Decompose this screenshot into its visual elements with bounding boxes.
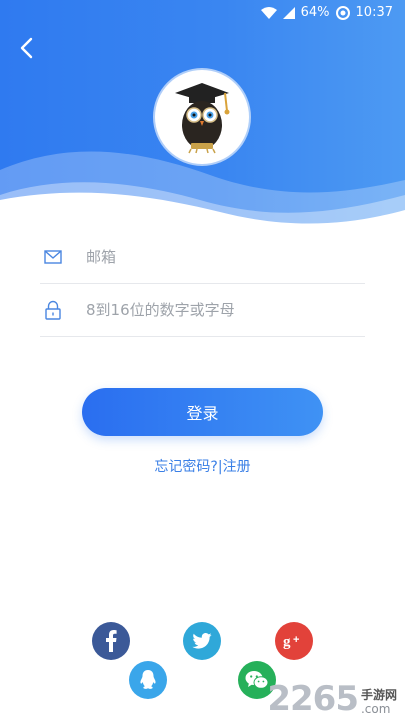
svg-text:+: + [293,634,299,646]
qq-login-button[interactable] [129,661,167,699]
qq-icon [140,670,156,689]
svg-text:g: g [283,634,291,649]
twitter-icon [192,633,212,649]
header-banner: 64% 10:37 [0,0,405,240]
forgot-password-link[interactable]: 忘记密码? [154,459,217,475]
google-plus-icon: g + [283,634,299,649]
account-links: 忘记密码?|注册 [0,456,405,476]
battery-percent: 64% [300,5,330,20]
avatar [155,70,249,164]
email-row [40,231,365,284]
password-row [40,284,365,337]
twitter-login-button[interactable] [183,622,221,660]
clock: 10:37 [355,5,393,20]
watermark-domain: .com [360,702,391,716]
lock-icon [42,299,64,321]
signal-icon [282,6,295,19]
register-link[interactable]: 注册 [223,459,251,475]
envelope-icon [42,246,64,268]
status-bar: 64% 10:37 [0,0,405,28]
facebook-login-button[interactable] [92,622,130,660]
chevron-left-icon [20,37,33,59]
battery-icon [335,5,350,20]
watermark-site-name: 手游网 [360,688,397,702]
watermark-number: 2265 [267,679,359,719]
back-button[interactable] [12,34,40,62]
wechat-icon [245,671,269,689]
google-plus-login-button[interactable]: g + [275,622,313,660]
email-input[interactable] [84,247,348,267]
wifi-icon [260,6,277,19]
password-input[interactable] [84,300,348,320]
login-button[interactable]: 登录 [82,388,323,436]
watermark-logo: 2265 手游网 .com [267,682,397,716]
facebook-icon [106,630,117,652]
owl-mascot-icon [175,83,230,154]
